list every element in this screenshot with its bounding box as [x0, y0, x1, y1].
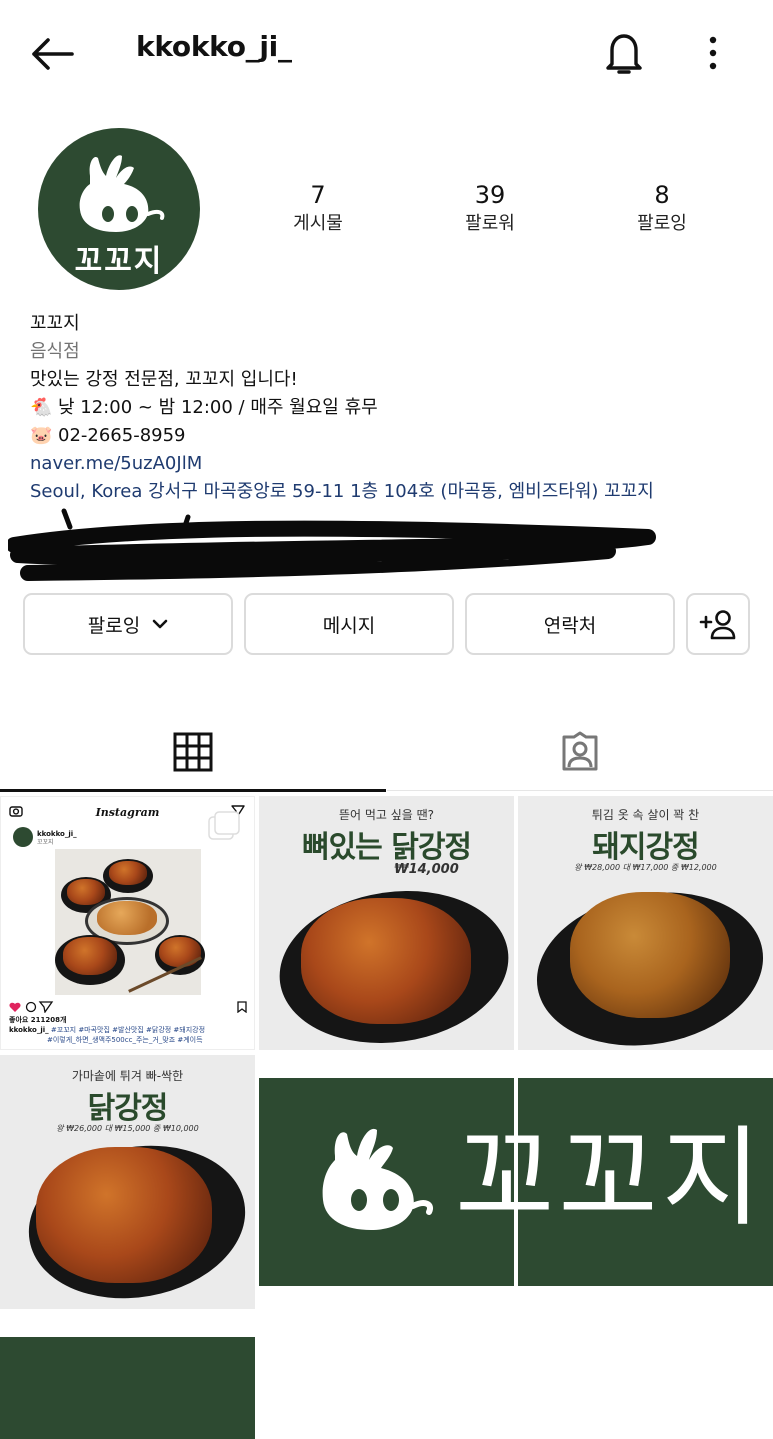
message-button[interactable]: 메시지	[244, 593, 454, 655]
contact-label: 연락처	[543, 614, 597, 637]
post-thumbnail-6[interactable]	[0, 1337, 255, 1439]
stat-label: 팔로워	[465, 213, 515, 234]
stat-value: 8	[654, 181, 670, 209]
food-image	[301, 898, 471, 1024]
posts-count[interactable]: 7 게시물	[258, 180, 378, 238]
tab-tagged[interactable]	[387, 712, 773, 792]
poster-title: 돼지강정	[592, 830, 699, 865]
ig-mock-likes: 좋아요 211208개	[9, 1016, 67, 1024]
more-vertical-icon[interactable]	[696, 30, 730, 76]
poster-caption: 튀김 옷 속 살이 꽉 찬	[591, 808, 700, 822]
followers-count[interactable]: 39 팔로워	[430, 180, 550, 238]
hours-text: 낮 12:00 ~ 밤 12:00 / 매주 월요일 휴무	[58, 397, 378, 418]
poster-caption: 뜯어 먹고 싶을 땐?	[338, 808, 435, 822]
redaction-scribble	[8, 508, 656, 581]
food-image	[36, 1147, 212, 1283]
stat-value: 7	[310, 181, 326, 209]
ig-mock-caption-tags2: #이렇게_하면_생맥주500cc_주는_거_맞죠 #계이득	[47, 1036, 203, 1044]
arrow-left-icon[interactable]	[28, 32, 78, 76]
grid-icon	[173, 732, 213, 772]
tab-posts-grid[interactable]	[0, 712, 386, 792]
brand-logo-text: 꼬꼬지	[455, 1116, 766, 1241]
add-person-button[interactable]	[686, 593, 750, 655]
ig-mock-caption: kkokko_ji_ #꼬꼬지 #마곡맛집 #발산맛집 #닭강정 #돼지강정	[9, 1025, 249, 1035]
add-person-icon	[699, 610, 736, 640]
chicken-icon: 🐔	[30, 397, 53, 418]
poster-price: ₩14,000	[394, 862, 459, 877]
poster-caption: 가마솥에 튀겨 빠-싹한	[71, 1069, 184, 1083]
bell-icon[interactable]	[600, 28, 648, 78]
following-button[interactable]: 팔로잉	[23, 593, 233, 655]
multiple-posts-icon	[208, 811, 240, 840]
bio-address[interactable]: Seoul, Korea 강서구 마곡중앙로 59-11 1층 104호 (마곡…	[30, 478, 750, 506]
ig-mock-photo	[55, 849, 205, 995]
post-thumbnail-4[interactable]: 가마솥에 튀겨 빠-싹한 닭강정 왕 ₩26,000 대 ₩15,000 중 ₩…	[0, 1055, 255, 1309]
poster-title: 뼈있는 닭강정	[301, 830, 472, 865]
bookmark-icon	[237, 1001, 247, 1013]
bio-phone: 🐷 02-2665-8959	[30, 422, 750, 450]
post-thumbnail-1[interactable]: Instagram kkokko_ji_ 꼬꼬지 좋아요 211208개 kko…	[0, 796, 255, 1050]
poster-title: 닭강정	[87, 1091, 169, 1126]
ig-mock-avatar	[13, 827, 33, 847]
tab-divider	[387, 790, 773, 791]
tagged-person-icon	[562, 731, 598, 771]
following-count[interactable]: 8 팔로잉	[602, 180, 722, 238]
message-label: 메시지	[322, 614, 376, 637]
post-thumbnail-5[interactable]: 꼬꼬지	[259, 1078, 773, 1286]
chevron-down-icon	[152, 619, 168, 629]
profile-bio: 꼬꼬지 음식점 맛있는 강정 전문점, 꼬꼬지 입니다! 🐔 낮 12:00 ~ …	[30, 310, 750, 506]
post-thumbnail-2[interactable]: 뜯어 먹고 싶을 땐? 뼈있는 닭강정 ₩14,000	[259, 796, 514, 1050]
ig-mock-caption-user: kkokko_ji_	[9, 1026, 49, 1034]
avatar-text: 꼬꼬지	[74, 244, 164, 279]
contact-button[interactable]: 연락처	[465, 593, 675, 655]
stat-label: 팔로잉	[637, 213, 687, 234]
ig-mock-actions-icon	[9, 1001, 54, 1013]
stat-label: 게시물	[293, 213, 343, 234]
top-bar: kkokko_ji_	[0, 0, 773, 104]
poster-price: 왕 ₩28,000 대 ₩17,000 중 ₩12,000	[574, 863, 717, 872]
tile-divider	[514, 1078, 518, 1286]
following-label: 팔로잉	[87, 614, 141, 637]
food-image	[570, 892, 730, 1018]
profile-username: kkokko_ji_	[136, 30, 292, 63]
ig-mock-account-sub: 꼬꼬지	[37, 839, 54, 846]
bio-link[interactable]: naver.me/5uzA0JlM	[30, 450, 750, 478]
bio-description: 맛있는 강정 전문점, 꼬꼬지 입니다!	[30, 369, 298, 390]
ig-mock-caption-tags: #꼬꼬지 #마곡맛집 #발산맛집 #닭강정 #돼지강정	[50, 1026, 206, 1034]
profile-category: 음식점	[30, 341, 80, 362]
avatar[interactable]: 꼬꼬지	[38, 128, 200, 290]
rabbit-logo-icon	[322, 1128, 433, 1230]
stat-value: 39	[474, 181, 506, 209]
active-tab-indicator	[0, 789, 386, 792]
profile-name: 꼬꼬지	[30, 313, 80, 334]
phone-text: 02-2665-8959	[58, 425, 186, 446]
pig-icon: 🐷	[30, 425, 53, 446]
post-thumbnail-3[interactable]: 튀김 옷 속 살이 꽉 찬 돼지강정 왕 ₩28,000 대 ₩17,000 중…	[518, 796, 773, 1050]
bio-hours: 🐔 낮 12:00 ~ 밤 12:00 / 매주 월요일 휴무	[30, 394, 750, 422]
poster-price: 왕 ₩26,000 대 ₩15,000 중 ₩10,000	[56, 1124, 199, 1133]
